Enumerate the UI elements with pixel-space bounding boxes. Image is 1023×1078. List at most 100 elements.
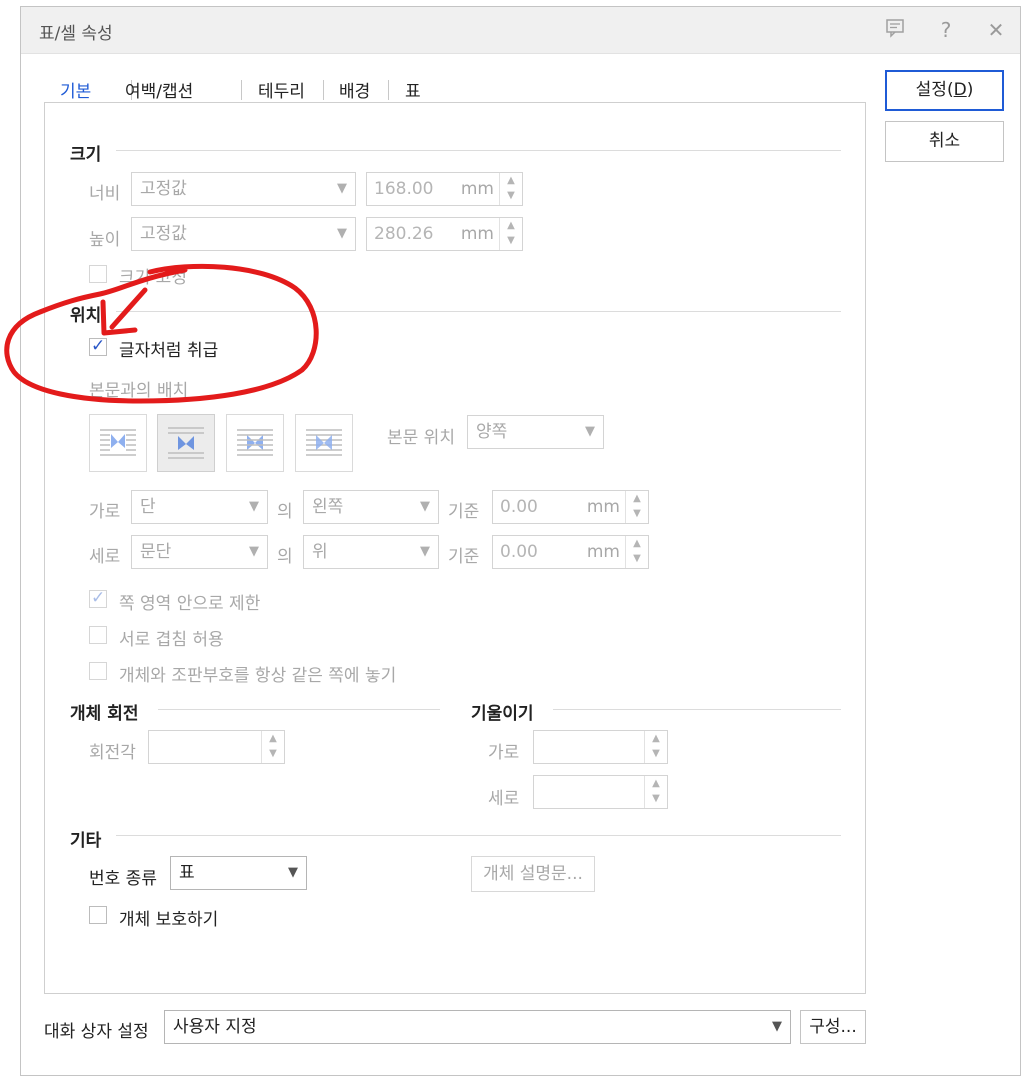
wrap-behind-text-button[interactable] — [226, 414, 284, 472]
spin-down-icon[interactable]: ▼ — [500, 234, 522, 248]
help-icon[interactable]: ? — [931, 16, 961, 44]
tab-table[interactable]: 표 — [405, 77, 421, 102]
tab-margin-caption[interactable]: 여백/캡션 — [125, 77, 193, 102]
dialog-settings-label: 대화 상자 설정 — [44, 1022, 149, 1042]
horizontal-align-select[interactable]: 왼쪽 ▼ — [303, 490, 439, 524]
title-bar[interactable]: 표/셀 속성 ? ✕ — [21, 7, 1020, 54]
skew-horizontal-spinner[interactable]: ▲ ▼ — [644, 731, 667, 763]
rotation-angle-label: 회전각 — [89, 743, 136, 763]
ok-label: 설정( — [915, 80, 954, 100]
horizontal-ref-select[interactable]: 단 ▼ — [131, 490, 268, 524]
treat-as-char-checkbox[interactable]: ✓ — [89, 336, 107, 356]
spin-down-icon[interactable]: ▼ — [626, 507, 648, 521]
wrap-behind-text-icon — [237, 429, 273, 456]
skew-vertical-label: 세로 — [488, 789, 520, 809]
text-position-value: 양쪽 — [476, 422, 508, 442]
close-icon[interactable]: ✕ — [981, 16, 1011, 44]
spin-up-icon[interactable]: ▲ — [626, 492, 648, 506]
number-type-value: 표 — [179, 863, 195, 883]
vertical-align-select[interactable]: 위 ▼ — [303, 535, 439, 569]
number-type-select[interactable]: 표 ▼ — [170, 856, 307, 890]
tab-border[interactable]: 테두리 — [258, 77, 305, 102]
dialog-settings-select[interactable]: 사용자 지정 ▼ — [164, 1010, 791, 1044]
object-description-button[interactable]: 개체 설명문... — [471, 856, 595, 892]
protect-object-label: 개체 보호하기 — [119, 910, 219, 930]
skew-horizontal-field[interactable]: ▲ ▼ — [533, 730, 668, 764]
allow-overlap-label: 서로 겹침 허용 — [119, 630, 224, 650]
chevron-down-icon: ▼ — [772, 1019, 782, 1034]
vertical-offset-field[interactable]: 0.00 mm ▲ ▼ — [492, 535, 649, 569]
height-spinner[interactable]: ▲ ▼ — [499, 218, 522, 250]
vertical-of-label: 의 — [277, 547, 293, 567]
spin-down-icon[interactable]: ▼ — [626, 552, 648, 566]
section-divider — [553, 709, 841, 710]
rotation-angle-field[interactable]: ▲ ▼ — [148, 730, 285, 764]
spin-down-icon[interactable]: ▼ — [500, 189, 522, 203]
section-divider — [158, 709, 440, 710]
skew-vertical-field[interactable]: ▲ ▼ — [533, 775, 668, 809]
ok-mnemonic: D — [953, 80, 967, 100]
vertical-offset-unit: mm — [586, 542, 620, 562]
vertical-label: 세로 — [89, 547, 121, 567]
height-value-field[interactable]: 280.26 mm ▲ ▼ — [366, 217, 523, 251]
spin-down-icon[interactable]: ▼ — [645, 792, 667, 806]
section-etc-title: 기타 — [70, 831, 102, 851]
spin-up-icon[interactable]: ▲ — [645, 732, 667, 746]
spin-down-icon[interactable]: ▼ — [645, 747, 667, 761]
limit-page-checkbox[interactable]: ✓ — [89, 588, 107, 608]
protect-object-checkbox[interactable] — [89, 906, 107, 924]
horizontal-align-value: 왼쪽 — [312, 497, 344, 517]
width-mode-value: 고정값 — [140, 179, 187, 199]
vertical-align-value: 위 — [312, 542, 328, 562]
skew-vertical-spinner[interactable]: ▲ ▼ — [644, 776, 667, 808]
height-mode-select[interactable]: 고정값 ▼ — [131, 217, 356, 251]
wrap-in-front-button[interactable] — [295, 414, 353, 472]
height-value: 280.26 — [374, 224, 434, 244]
dialog-title: 표/셀 속성 — [39, 24, 113, 44]
spin-up-icon[interactable]: ▲ — [626, 537, 648, 551]
skew-horizontal-label: 가로 — [488, 743, 520, 763]
height-label: 높이 — [89, 230, 121, 250]
cancel-button[interactable]: 취소 — [885, 121, 1004, 162]
allow-overlap-checkbox[interactable] — [89, 626, 107, 644]
spin-up-icon[interactable]: ▲ — [500, 174, 522, 188]
text-position-label: 본문 위치 — [387, 428, 455, 448]
width-value-field[interactable]: 168.00 mm ▲ ▼ — [366, 172, 523, 206]
horizontal-label: 가로 — [89, 502, 121, 522]
horizontal-offset-field[interactable]: 0.00 mm ▲ ▼ — [492, 490, 649, 524]
section-skew-title: 기울이기 — [471, 704, 534, 724]
vertical-offset-spinner[interactable]: ▲ ▼ — [625, 536, 648, 568]
section-size-title: 크기 — [70, 145, 102, 165]
spin-up-icon[interactable]: ▲ — [500, 219, 522, 233]
width-label: 너비 — [89, 184, 121, 204]
configure-button[interactable]: 구성... — [800, 1010, 866, 1044]
checkmark-icon: ✓ — [91, 588, 106, 608]
section-position-title: 위치 — [70, 306, 102, 326]
wrap-square-icon — [100, 429, 136, 456]
wrap-square-button[interactable] — [89, 414, 147, 472]
tab-separator — [323, 80, 324, 100]
spin-up-icon[interactable]: ▲ — [262, 732, 284, 746]
tab-basic[interactable]: 기본 — [60, 77, 91, 102]
comment-icon[interactable] — [880, 16, 910, 44]
horizontal-offset-spinner[interactable]: ▲ ▼ — [625, 491, 648, 523]
dialog-settings-value: 사용자 지정 — [173, 1017, 257, 1037]
number-type-label: 번호 종류 — [89, 869, 157, 889]
chevron-down-icon: ▼ — [420, 544, 430, 559]
chevron-down-icon: ▼ — [585, 424, 595, 439]
tab-background[interactable]: 배경 — [339, 77, 370, 102]
spin-up-icon[interactable]: ▲ — [645, 777, 667, 791]
ok-button[interactable]: 설정(D) — [885, 70, 1004, 111]
fix-size-checkbox[interactable] — [89, 265, 107, 283]
height-mode-value: 고정값 — [140, 224, 187, 244]
horizontal-offset-unit: mm — [586, 497, 620, 517]
vertical-ref-select[interactable]: 문단 ▼ — [131, 535, 268, 569]
wrap-top-bottom-button[interactable] — [157, 414, 215, 472]
keep-same-page-checkbox[interactable] — [89, 662, 107, 680]
wrap-label: 본문과의 배치 — [89, 381, 189, 401]
text-position-select[interactable]: 양쪽 ▼ — [467, 415, 604, 449]
width-spinner[interactable]: ▲ ▼ — [499, 173, 522, 205]
spin-down-icon[interactable]: ▼ — [262, 747, 284, 761]
rotation-angle-spinner[interactable]: ▲ ▼ — [261, 731, 284, 763]
width-mode-select[interactable]: 고정값 ▼ — [131, 172, 356, 206]
